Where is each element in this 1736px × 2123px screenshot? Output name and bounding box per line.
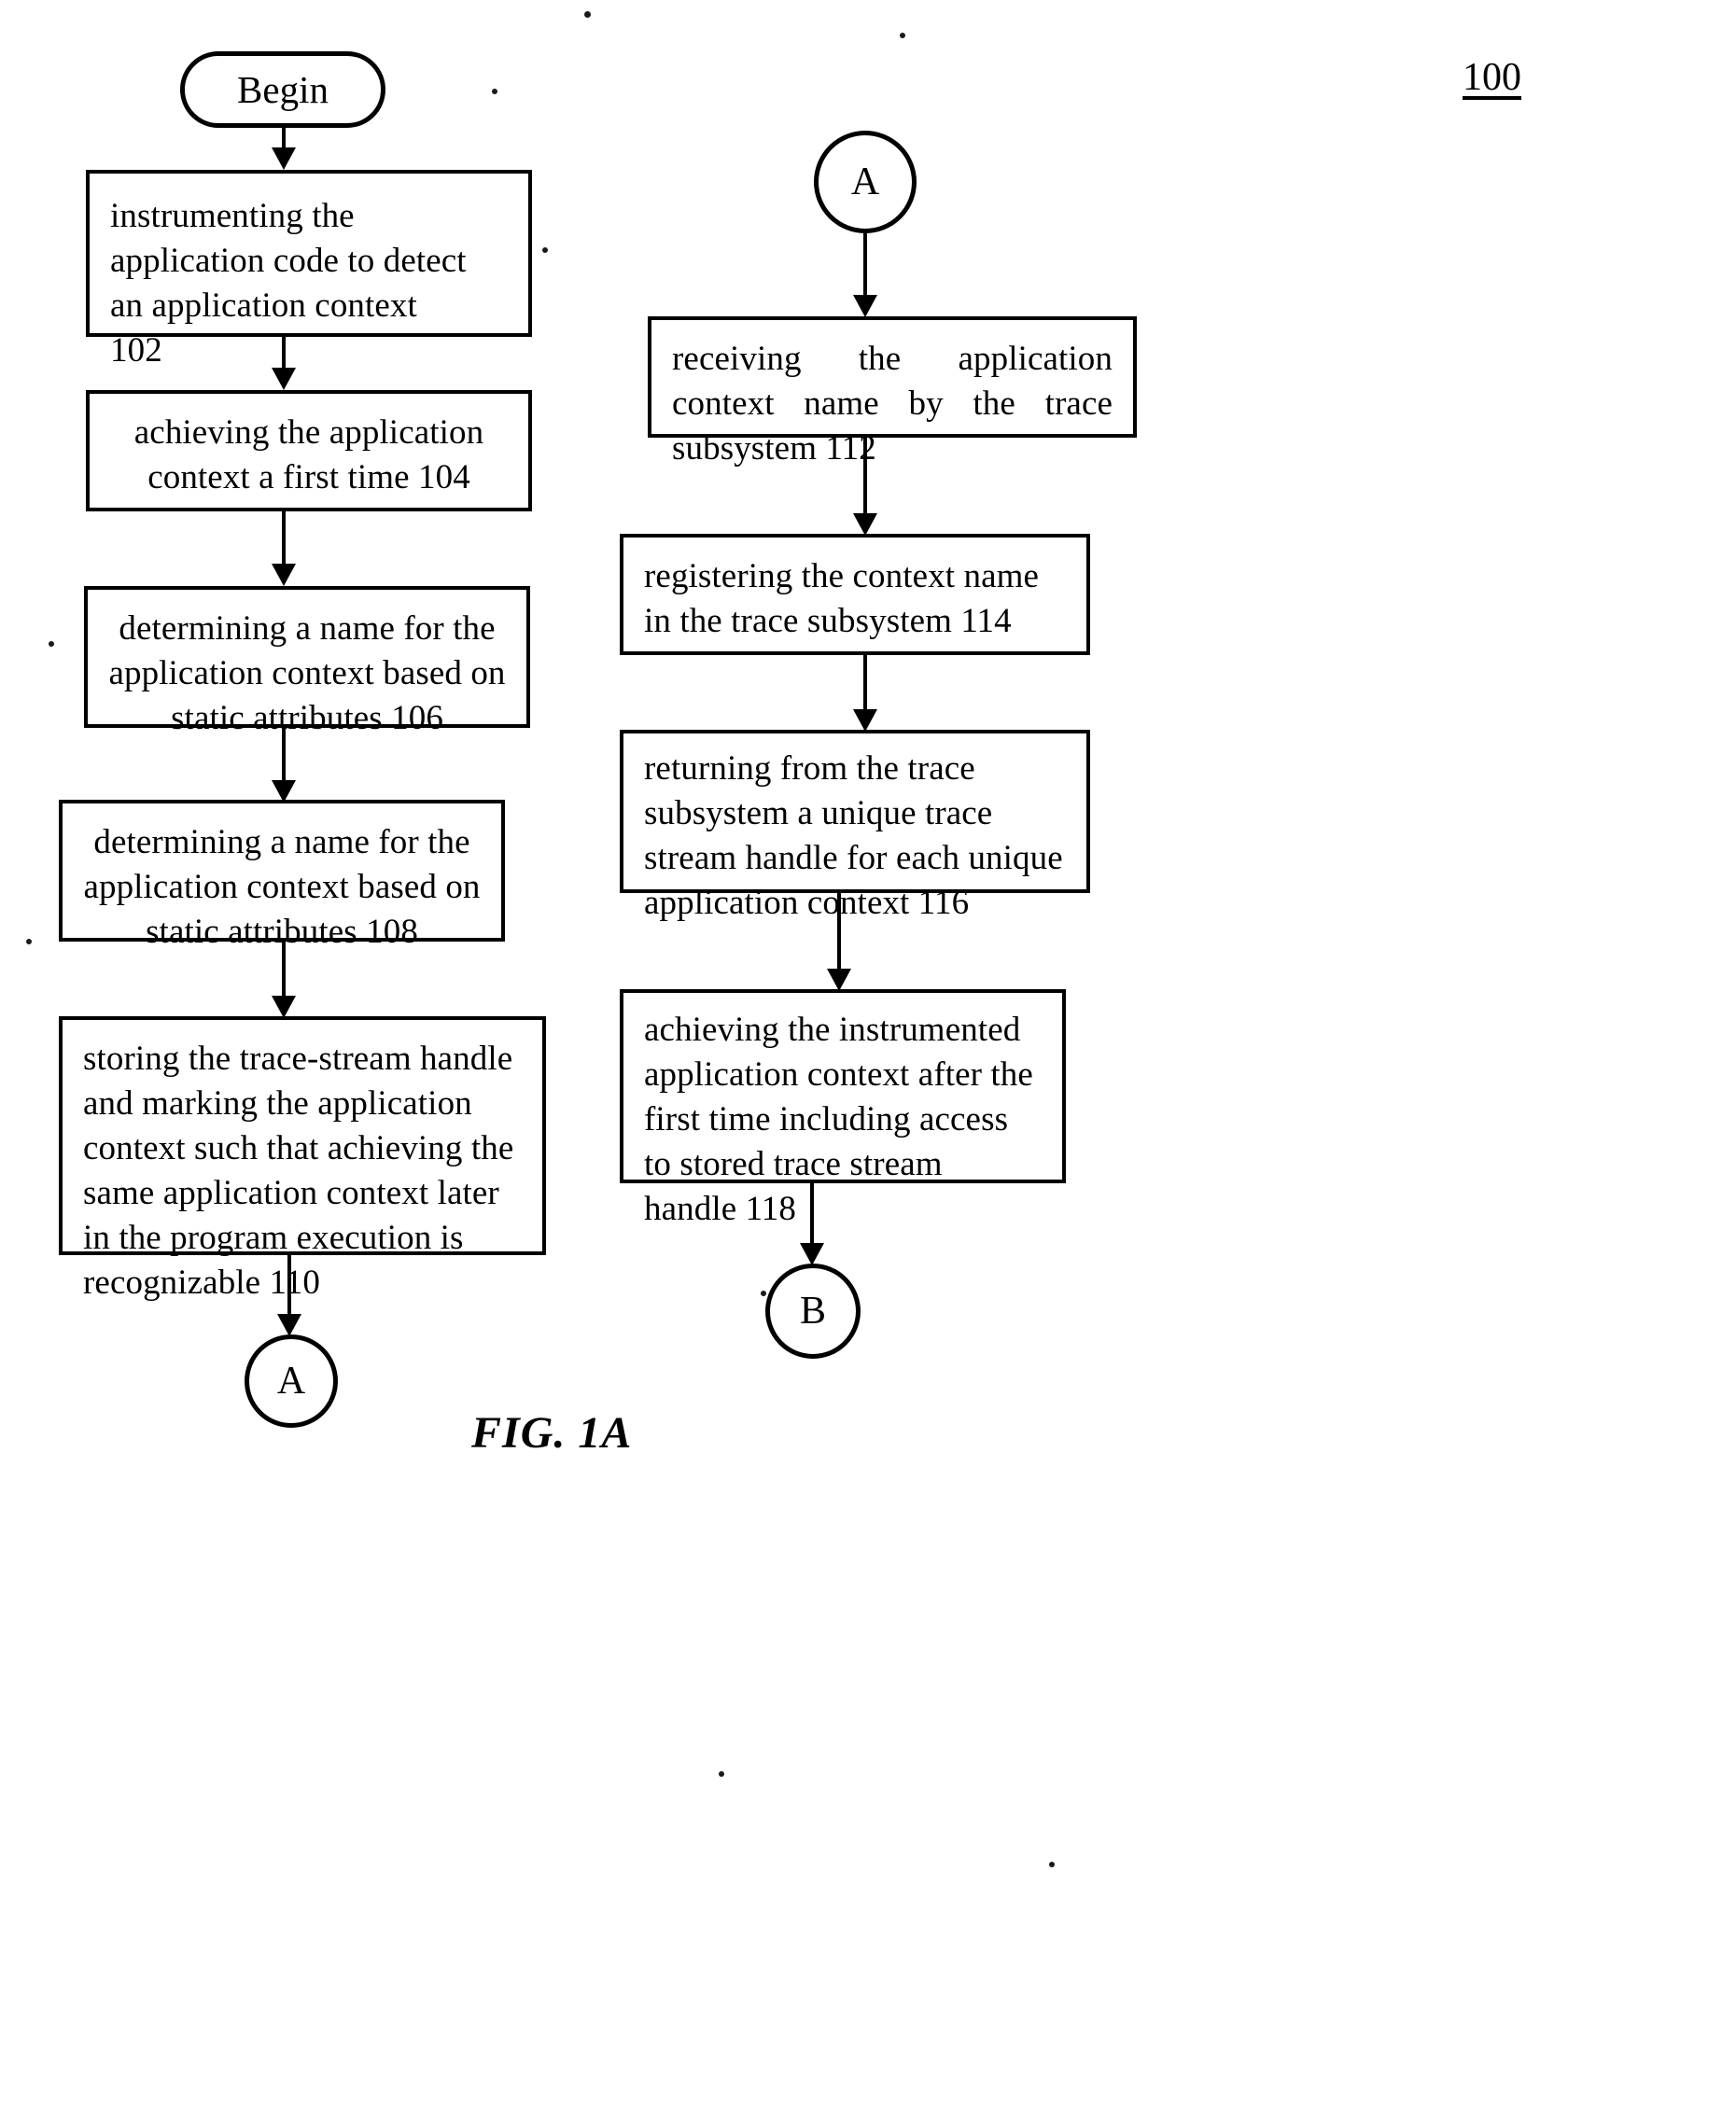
arrow-102-to-104	[271, 337, 297, 390]
connector-b-bottom[interactable]: B	[765, 1264, 861, 1359]
arrow-114-to-116	[852, 655, 878, 732]
scan-speck	[1049, 1862, 1055, 1867]
step-box-118[interactable]: achieving the instrumented application c…	[620, 989, 1066, 1228]
scan-speck	[26, 939, 32, 944]
step-box-108[interactable]: determining a name for the application c…	[59, 800, 505, 951]
arrow-116-to-118	[826, 893, 852, 991]
step-box-106[interactable]: determining a name for the application c…	[84, 586, 530, 737]
connector-a-top[interactable]: A	[814, 131, 917, 233]
step-box-104[interactable]: achieving the application context a firs…	[86, 390, 532, 511]
connector-a-bottom[interactable]: A	[245, 1334, 338, 1428]
connector-a-top-label: A	[850, 161, 880, 203]
step-box-116[interactable]: returning from the trace subsystem a uni…	[620, 730, 1090, 922]
step-box-102-text: instrumenting the application code to de…	[110, 197, 467, 370]
scan-speck	[719, 1771, 724, 1777]
scan-speck	[542, 247, 548, 253]
step-box-112-text: receiving the application context name b…	[672, 340, 1113, 468]
scan-speck	[761, 1291, 766, 1296]
arrow-begin-to-102	[271, 128, 297, 170]
arrow-connector-a-to-112	[852, 233, 878, 317]
step-box-106-text: determining a name for the application c…	[108, 609, 506, 738]
step-box-104-text: achieving the application context a firs…	[133, 413, 484, 497]
scan-speck	[584, 11, 591, 18]
arrow-118-to-connector-b	[799, 1183, 825, 1265]
step-box-116-text: returning from the trace subsystem a uni…	[644, 749, 1063, 923]
step-box-114-text: registering the context name in the trac…	[644, 557, 1040, 641]
arrow-112-to-114	[852, 438, 878, 536]
arrow-104-to-106	[271, 511, 297, 586]
connector-b-bottom-label: B	[799, 1290, 826, 1333]
figure-caption: FIG. 1A	[471, 1408, 633, 1458]
arrow-108-to-110	[271, 942, 297, 1018]
connector-a-bottom-label: A	[276, 1360, 306, 1403]
terminal-begin-label: Begin	[237, 67, 329, 111]
step-box-110-text: storing the trace-stream handle and mark…	[83, 1040, 514, 1303]
scan-speck	[492, 89, 497, 94]
step-box-112[interactable]: receiving the application context name b…	[648, 316, 1137, 468]
scan-speck	[49, 641, 54, 647]
step-box-114[interactable]: registering the context name in the trac…	[620, 534, 1090, 655]
step-box-108-text: determining a name for the application c…	[83, 823, 481, 952]
arrow-110-to-connector-a	[276, 1255, 302, 1336]
scan-speck	[900, 33, 905, 38]
step-box-110[interactable]: storing the trace-stream handle and mark…	[59, 1016, 546, 1302]
figure-canvas: 100 Begin instrumenting the application …	[0, 0, 1736, 2123]
figure-reference-numeral: 100	[1463, 56, 1521, 99]
step-box-118-text: achieving the instrumented application c…	[644, 1011, 1033, 1229]
arrow-106-to-108	[271, 728, 297, 803]
terminal-begin[interactable]: Begin	[180, 51, 385, 128]
step-box-102[interactable]: instrumenting the application code to de…	[86, 170, 532, 370]
